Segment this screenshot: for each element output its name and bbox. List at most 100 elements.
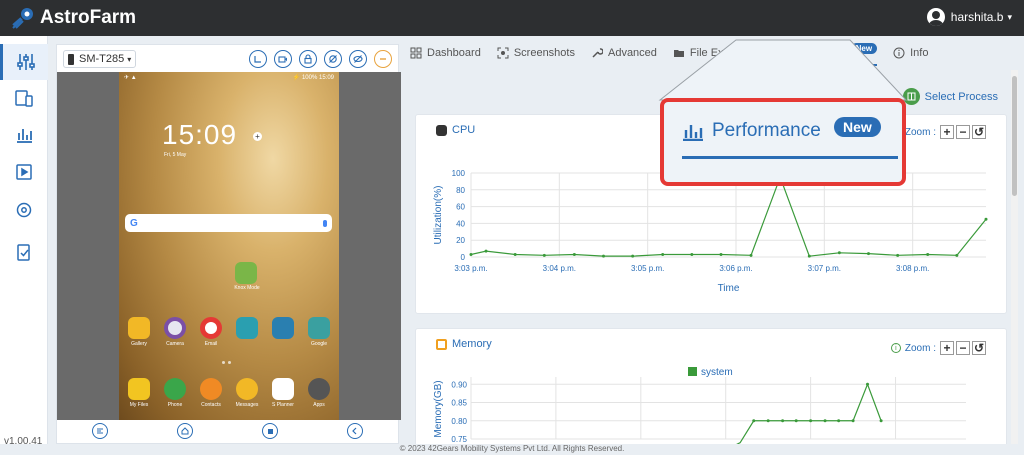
phone-status-bar: ✈ ▲ ⚡ 100% 15:09: [119, 72, 339, 82]
status-left: ✈ ▲: [124, 74, 137, 81]
nav-item-media[interactable]: [0, 154, 48, 190]
camera-icon[interactable]: [164, 317, 186, 339]
lock-button[interactable]: [299, 50, 317, 68]
left-nav: v1.00.41: [0, 36, 48, 455]
apps-grid-icon[interactable]: [308, 378, 330, 400]
memory-data-point: [851, 419, 855, 423]
dashboard-icon: [410, 47, 422, 59]
tab-bar: Dashboard Screenshots Advanced File Expl…: [410, 40, 944, 66]
nav-item-tasks[interactable]: [0, 234, 48, 270]
memory-data-point: [879, 419, 883, 423]
cpu-data-point: [749, 253, 753, 257]
app-folder-icon[interactable]: [236, 317, 258, 339]
knox-mode-icon[interactable]: [235, 262, 257, 284]
contacts-icon[interactable]: [200, 378, 222, 400]
device-screen[interactable]: ✈ ▲ ⚡ 100% 15:09 15:09 Fri, 5 May + G Kn…: [119, 72, 339, 420]
rocket-icon: [12, 8, 33, 29]
video-camera-icon: [278, 56, 287, 63]
google-folder-icon[interactable]: [308, 317, 330, 339]
eye-off-icon: [353, 55, 363, 63]
lock-icon: [304, 54, 312, 64]
legend-swatch: [688, 367, 697, 376]
device-select[interactable]: SM-T285 ▾: [63, 50, 137, 68]
nav-item-settings[interactable]: [0, 192, 48, 228]
select-process-button[interactable]: Select Process: [902, 88, 998, 105]
recents-button[interactable]: [262, 423, 279, 439]
device-tools: [249, 50, 392, 68]
nav-item-devices[interactable]: [0, 80, 48, 116]
email-icon[interactable]: [200, 317, 222, 339]
back-icon: [352, 427, 357, 435]
lock-clock: 15:09: [162, 119, 238, 150]
tab-label: Performance: [784, 47, 848, 59]
app-logo[interactable]: AstroFarm: [10, 5, 136, 31]
y-tick-label: 0.80: [451, 417, 467, 426]
nav-item-controls[interactable]: [0, 44, 48, 80]
my-files-icon[interactable]: [128, 378, 150, 400]
app-label: S Planner: [272, 402, 294, 408]
user-name: harshita.b: [950, 10, 1004, 24]
rotate-button[interactable]: [249, 50, 267, 68]
phone-app-icon[interactable]: [164, 378, 186, 400]
home-button[interactable]: [176, 423, 193, 439]
info-icon: [893, 47, 905, 59]
cpu-data-point: [572, 252, 576, 256]
cpu-data-point: [484, 249, 488, 253]
x-tick-label: 3:03 p.m.: [454, 264, 487, 273]
user-menu[interactable]: harshita.b ▾: [926, 8, 1012, 26]
cpu-data-point: [807, 254, 811, 258]
tab-screenshots[interactable]: Screenshots: [497, 40, 575, 66]
back-button[interactable]: [347, 423, 364, 439]
tab-label: Screenshots: [513, 47, 575, 59]
wrench-icon: [592, 48, 603, 58]
tab-dashboard[interactable]: Dashboard: [410, 40, 481, 66]
plus-icon[interactable]: +: [253, 132, 262, 141]
memory-card: Memory i Zoom : + − ↺ system 0.75 0.80 0.85…: [415, 328, 1007, 449]
video-play-icon: [16, 164, 32, 180]
tab-info[interactable]: Info: [893, 40, 928, 66]
select-process-label: Select Process: [924, 90, 998, 103]
s-planner-icon[interactable]: [272, 378, 294, 400]
disconnect-button[interactable]: [374, 50, 392, 68]
new-badge: New: [850, 42, 878, 54]
screen-margin-left: [57, 72, 119, 420]
gallery-icon[interactable]: [128, 317, 150, 339]
nav-item-reports[interactable]: [0, 116, 48, 152]
tab-file-explorer[interactable]: File Explorer: [673, 40, 752, 66]
x-tick-label: 3:05 p.m.: [631, 264, 664, 273]
cpu-data-point: [661, 252, 665, 256]
callout-underline: [682, 156, 898, 159]
chevron-down-icon: ▾: [1007, 11, 1012, 22]
record-button[interactable]: [274, 50, 292, 68]
device-nav-bar: [57, 419, 398, 443]
sync-button[interactable]: [324, 50, 342, 68]
google-search-bar[interactable]: G: [125, 214, 332, 232]
tab-advanced[interactable]: Advanced: [591, 40, 657, 66]
memory-data-point: [781, 419, 785, 423]
app-label: My Files: [129, 402, 149, 408]
device-panel: SM-T285 ▾ ✈ ▲ ⚡ 100% 15:09 15:09 Fri, 5 …: [56, 44, 401, 444]
clock-date: Fri, 5 May: [164, 152, 187, 158]
cpu-data-point: [631, 254, 635, 258]
cpu-data-point: [542, 253, 546, 257]
scrollbar[interactable]: [1011, 70, 1018, 445]
sync-off-icon: [329, 55, 337, 63]
menu-button[interactable]: [91, 423, 108, 439]
bar-chart-icon: [768, 50, 779, 59]
google-icon: G: [130, 217, 138, 229]
performance-callout: Performance New: [660, 98, 906, 186]
app-folder-icon[interactable]: [272, 317, 294, 339]
scroll-thumb[interactable]: [1012, 76, 1017, 196]
footer-copyright: © 2023 42Gears Mobility Systems Pvt Ltd.…: [0, 444, 1024, 455]
memory-data-point: [752, 419, 756, 423]
tab-label: File Explorer: [689, 47, 752, 59]
cpu-data-point: [896, 253, 900, 257]
cpu-series-line: [470, 175, 987, 257]
cpu-data-point: [984, 217, 988, 221]
hide-button[interactable]: [349, 50, 367, 68]
status-right: ⚡ 100% 15:09: [292, 74, 334, 81]
mic-icon: [323, 219, 327, 227]
phone-icon: [68, 53, 74, 65]
messages-icon[interactable]: [236, 378, 258, 400]
tab-performance[interactable]: Performance New: [767, 40, 878, 66]
